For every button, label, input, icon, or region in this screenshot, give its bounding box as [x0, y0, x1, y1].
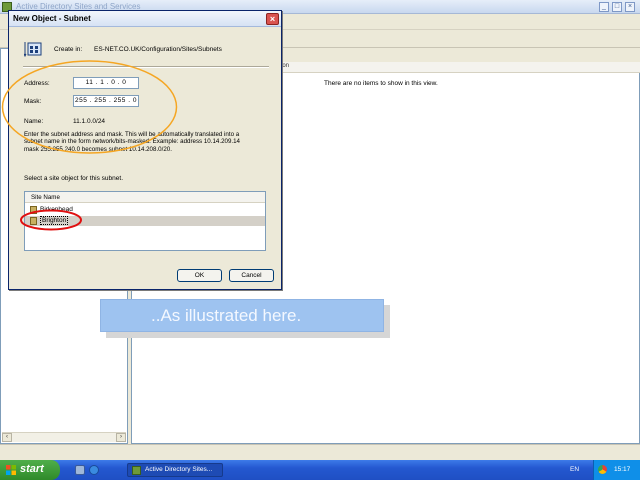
- scroll-right-icon[interactable]: ›: [116, 433, 126, 442]
- create-in-label: Create in:: [54, 46, 83, 53]
- caption-banner: ..As illustrated here.: [100, 299, 384, 332]
- browser-icon[interactable]: [89, 465, 99, 475]
- orange-highlight-ellipse: [1, 60, 178, 154]
- system-tray: 15:17: [593, 460, 640, 480]
- site-object-icon: [24, 42, 42, 57]
- windows-flag-icon: [6, 465, 16, 475]
- quicklaunch-app-icon[interactable]: [75, 465, 85, 475]
- red-highlight-ellipse: [20, 209, 82, 231]
- start-button[interactable]: start: [0, 460, 60, 480]
- taskbar-item-label: Active Directory Sites...: [145, 466, 213, 473]
- close-icon[interactable]: ×: [266, 13, 279, 25]
- taskbar-item-active-directory[interactable]: Active Directory Sites...: [127, 463, 223, 477]
- minimize-icon[interactable]: _: [599, 2, 609, 12]
- scroll-left-icon[interactable]: ‹: [2, 433, 12, 442]
- site-name-column-header[interactable]: Site Name: [31, 194, 60, 201]
- taskbar: start Active Directory Sites... EN 15:17: [0, 460, 640, 480]
- clock[interactable]: 15:17: [614, 466, 630, 473]
- dialog-title: New Object - Subnet: [13, 14, 91, 23]
- ok-button[interactable]: OK: [177, 269, 222, 282]
- maximize-icon[interactable]: □: [612, 2, 622, 12]
- tree-horizontal-scrollbar[interactable]: ‹ ›: [2, 432, 126, 442]
- create-in-path: ES-NET.CO.UK/Configuration/Sites/Subnets: [94, 46, 222, 53]
- close-icon[interactable]: ×: [625, 2, 635, 12]
- dialog-titlebar[interactable]: New Object - Subnet ×: [9, 11, 281, 27]
- list-column-header[interactable]: ion: [281, 63, 289, 69]
- caption-text: ..As illustrated here.: [151, 306, 302, 325]
- cancel-button[interactable]: Cancel: [229, 269, 274, 282]
- status-bar: [0, 444, 640, 460]
- language-indicator[interactable]: EN: [570, 466, 579, 473]
- empty-view-message: There are no items to show in this view.: [324, 80, 438, 87]
- mmc-app-icon: [132, 466, 141, 475]
- site-list-header: Site Name: [25, 192, 265, 203]
- start-label: start: [20, 463, 44, 475]
- select-site-label: Select a site object for this subnet.: [24, 175, 123, 182]
- tray-icon[interactable]: [598, 465, 607, 474]
